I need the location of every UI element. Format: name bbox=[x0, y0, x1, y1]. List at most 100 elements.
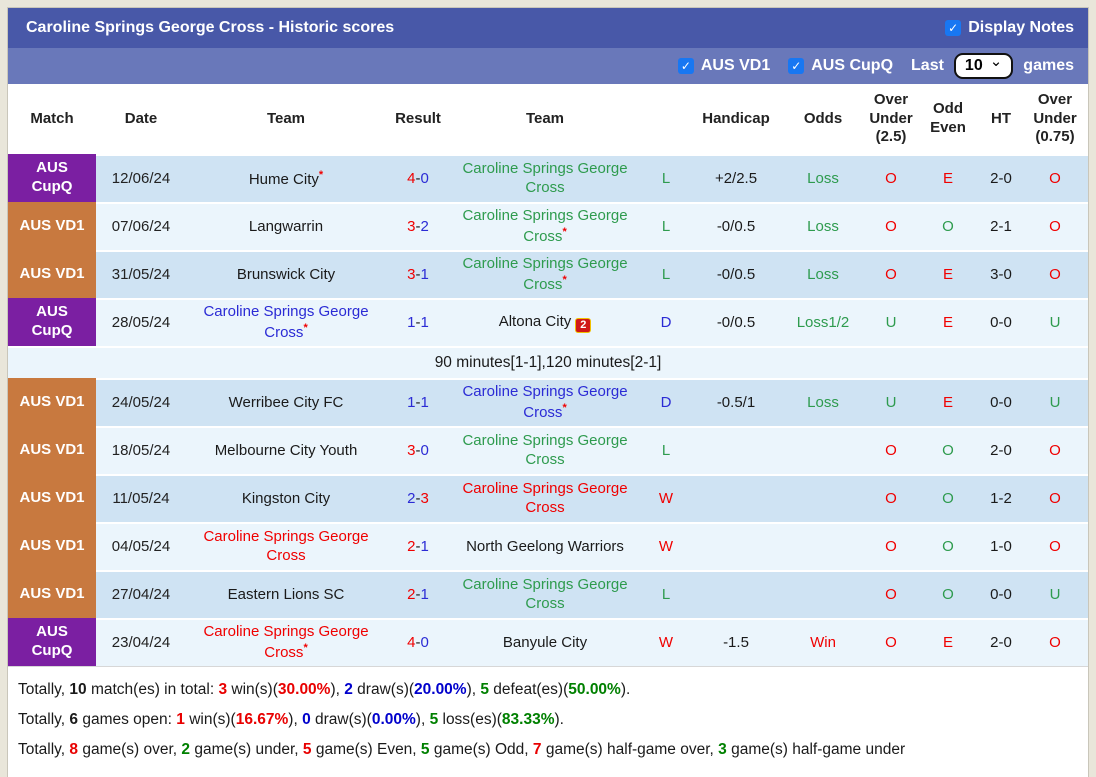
ou25-cell: O bbox=[866, 570, 916, 618]
score-away: 1 bbox=[420, 313, 429, 331]
footer-segment: draw(s)( bbox=[310, 711, 372, 728]
home-team-cell: Hume City* bbox=[186, 154, 386, 202]
odds-cell: Loss bbox=[780, 250, 866, 298]
footer-segment: 7 bbox=[532, 741, 542, 758]
footer-segment: 20.00% bbox=[414, 681, 467, 698]
score-away: 1 bbox=[420, 393, 429, 411]
footer-segment: 8 bbox=[69, 741, 79, 758]
team-name: Banyule City bbox=[502, 633, 588, 651]
odds-cell bbox=[780, 426, 866, 474]
handicap-cell: -1.5 bbox=[692, 618, 780, 666]
footer-segment: draw(s)( bbox=[352, 681, 415, 698]
team-name: Kingston City bbox=[241, 489, 331, 507]
score-away: 1 bbox=[420, 537, 429, 555]
extra-time-icon: 2 bbox=[575, 318, 592, 334]
footer-segment: ), bbox=[288, 711, 303, 728]
aus-cupq-label: AUS CupQ bbox=[811, 57, 894, 74]
header-cell: Team bbox=[266, 109, 306, 127]
footer-segment: 3 bbox=[718, 741, 727, 758]
aus-vd1-label: AUS VD1 bbox=[700, 57, 771, 74]
footer-segment: game(s) half-game under bbox=[726, 741, 906, 758]
table-row: AUS CupQ 12/06/24 Hume City* 4-0 Carolin… bbox=[8, 154, 1088, 202]
table-row: AUS VD1 27/04/24 Eastern Lions SC 2-1 Ca… bbox=[8, 570, 1088, 618]
footer-segment: 5 bbox=[429, 711, 439, 728]
footer-segment: 3 bbox=[218, 681, 228, 698]
score-away: 1 bbox=[420, 265, 429, 283]
ht-cell: 2-0 bbox=[980, 426, 1022, 474]
historic-scores-panel: Caroline Springs George Cross - Historic… bbox=[8, 8, 1088, 777]
ou25-cell: O bbox=[866, 426, 916, 474]
footer-segment: win(s)( bbox=[184, 711, 236, 728]
footer-segment: 5 bbox=[480, 681, 489, 698]
star-marker: * bbox=[303, 322, 308, 334]
footer-segment: Totally, bbox=[18, 711, 70, 728]
last-games-select[interactable]: 10 bbox=[953, 53, 1014, 79]
ou25-cell: O bbox=[866, 202, 916, 250]
ou25-cell: U bbox=[866, 298, 916, 346]
ht-cell: 0-0 bbox=[980, 298, 1022, 346]
result-cell: 1-1 bbox=[386, 378, 450, 426]
away-team-cell: Caroline Springs George Cross* bbox=[450, 250, 640, 298]
ou075-cell: O bbox=[1022, 618, 1088, 666]
header-cell: Odds bbox=[803, 109, 843, 127]
footer-segment: ), bbox=[330, 681, 345, 698]
odds-cell: Loss bbox=[780, 202, 866, 250]
team-name: Hume City* bbox=[248, 168, 324, 188]
ht-cell: 0-0 bbox=[980, 570, 1022, 618]
footer-segment: 0 bbox=[302, 711, 311, 728]
wdl-cell: L bbox=[640, 154, 692, 202]
historic-scores-table: Match Date Team Result Team Handicap Odds Over … bbox=[8, 84, 1088, 666]
display-notes-checkbox[interactable] bbox=[945, 20, 962, 36]
team-name: Melbourne City Youth bbox=[214, 441, 358, 459]
result-cell: 4-0 bbox=[386, 154, 450, 202]
result-cell: 2-3 bbox=[386, 474, 450, 522]
last-games-value: 10 bbox=[964, 57, 983, 74]
header-cell: Over Under (0.75) bbox=[1033, 90, 1077, 146]
header-cell: Team bbox=[525, 109, 565, 127]
aus-cupq-checkbox[interactable] bbox=[788, 58, 805, 74]
odds-cell: Loss bbox=[780, 378, 866, 426]
team-name: Caroline Springs George Cross* bbox=[462, 255, 628, 293]
score-away: 0 bbox=[420, 169, 429, 187]
score-home: 2 bbox=[407, 585, 416, 603]
footer-segment: game(s) under, bbox=[190, 741, 303, 758]
handicap-cell: -0/0.5 bbox=[692, 250, 780, 298]
wdl-cell: L bbox=[640, 426, 692, 474]
footer-segment: 5 bbox=[420, 741, 430, 758]
away-team-cell: Caroline Springs George Cross bbox=[450, 426, 640, 474]
team-name: Caroline Springs George Cross bbox=[462, 160, 628, 196]
home-team-cell: Brunswick City bbox=[186, 250, 386, 298]
footer-segment: 50.00% bbox=[568, 681, 621, 698]
ht-cell: 1-0 bbox=[980, 522, 1022, 570]
date-cell: 07/06/24 bbox=[96, 202, 186, 250]
date-cell: 04/05/24 bbox=[96, 522, 186, 570]
match-badge: AUS VD1 bbox=[8, 522, 96, 570]
footer-line: Totally, 6 games open: 1 win(s)(16.67%),… bbox=[18, 705, 1078, 735]
table-row: AUS VD1 11/05/24 Kingston City 2-3 Carol… bbox=[8, 474, 1088, 522]
aus-vd1-checkbox[interactable] bbox=[677, 58, 694, 74]
team-name: Caroline Springs George Cross* bbox=[203, 623, 369, 661]
table-row: AUS VD1 24/05/24 Werribee City FC 1-1 Ca… bbox=[8, 378, 1088, 426]
home-team-cell: Kingston City bbox=[186, 474, 386, 522]
footer-segment: 2 bbox=[344, 681, 353, 698]
score-home: 4 bbox=[407, 169, 416, 187]
odd-even-cell: O bbox=[916, 570, 980, 618]
table-body: AUS CupQ 12/06/24 Hume City* 4-0 Carolin… bbox=[8, 154, 1088, 666]
footer-line: Totally, 8 game(s) over, 2 game(s) under… bbox=[18, 735, 1078, 765]
score-home: 2 bbox=[407, 489, 416, 507]
team-name: Eastern Lions SC bbox=[227, 585, 345, 603]
away-team-cell: North Geelong Warriors bbox=[450, 522, 640, 570]
date-cell: 24/05/24 bbox=[96, 378, 186, 426]
header-cell: Result bbox=[395, 109, 441, 127]
ou075-cell: U bbox=[1022, 298, 1088, 346]
header-cell: Match bbox=[30, 109, 74, 127]
games-label: games bbox=[1023, 57, 1074, 74]
result-cell: 3-2 bbox=[386, 202, 450, 250]
table-row: AUS VD1 18/05/24 Melbourne City Youth 3-… bbox=[8, 426, 1088, 474]
handicap-cell: -0/0.5 bbox=[692, 202, 780, 250]
page-title: Caroline Springs George Cross - Historic… bbox=[26, 19, 395, 36]
last-label: Last bbox=[911, 57, 944, 74]
score-away: 1 bbox=[420, 585, 429, 603]
home-team-cell: Caroline Springs George Cross* bbox=[186, 298, 386, 346]
table-header: Match Date Team Result Team Handicap Odds Over … bbox=[8, 84, 1088, 154]
